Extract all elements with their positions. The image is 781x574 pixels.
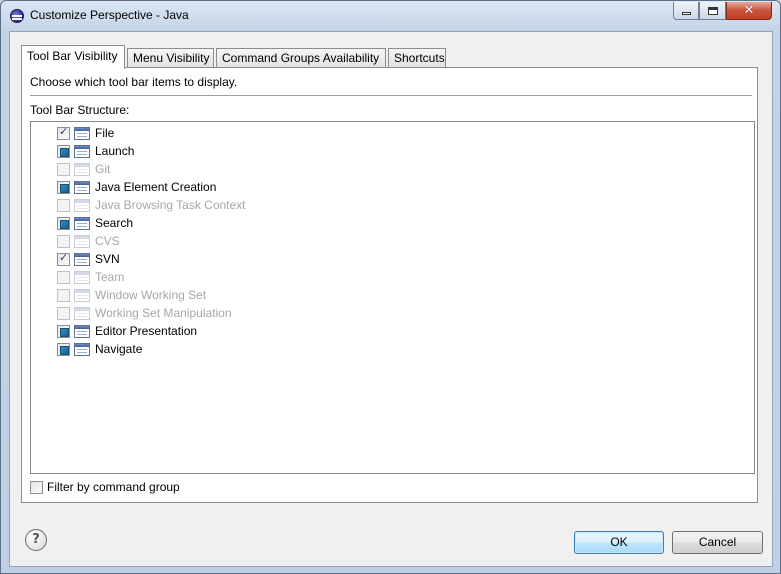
tree-item-label: Java Browsing Task Context xyxy=(95,198,246,212)
maximize-icon xyxy=(707,6,718,15)
tree-checkbox[interactable] xyxy=(57,324,70,338)
tree-item-launch[interactable]: Launch xyxy=(57,142,134,160)
tree-item-file[interactable]: File xyxy=(57,124,114,142)
filter-by-command-group[interactable]: Filter by command group xyxy=(30,480,180,494)
toolbar-icon xyxy=(74,180,90,194)
minimize-button[interactable] xyxy=(673,2,699,20)
tree-item-search[interactable]: Search xyxy=(57,214,133,232)
help-icon[interactable]: ? xyxy=(25,529,47,551)
window-title: Customize Perspective - Java xyxy=(30,8,189,22)
filter-label: Filter by command group xyxy=(47,480,180,494)
tree-item-label: CVS xyxy=(95,234,120,248)
minimize-icon xyxy=(681,12,691,15)
cancel-button[interactable]: Cancel xyxy=(672,531,763,554)
tree-item-java-browsing-task-context[interactable]: Java Browsing Task Context xyxy=(57,196,246,214)
panel-description: Choose which tool bar items to display. xyxy=(30,75,238,89)
toolbar-icon xyxy=(74,126,90,140)
tab-command-groups-availability[interactable]: Command Groups Availability xyxy=(216,48,386,68)
tree-item-label: Navigate xyxy=(95,342,143,356)
toolbar-icon xyxy=(74,198,90,212)
tab-tool-bar-visibility[interactable]: Tool Bar Visibility xyxy=(21,45,125,69)
tree-checkbox[interactable] xyxy=(57,306,70,320)
toolbar-structure-tree[interactable]: File Launch Git Java Element Creation xyxy=(30,121,755,474)
tree-checkbox[interactable] xyxy=(57,270,70,284)
tree-item-label: SVN xyxy=(95,252,120,266)
tree-item-label: Java Element Creation xyxy=(95,180,217,194)
toolbar-icon xyxy=(74,234,90,248)
tree-checkbox[interactable] xyxy=(57,342,70,356)
toolbar-icon xyxy=(74,216,90,230)
tree-item-label: Window Working Set xyxy=(95,288,207,302)
tree-item-working-set-manipulation[interactable]: Working Set Manipulation xyxy=(57,304,232,322)
tree-item-label: Git xyxy=(95,162,111,176)
toolbar-icon xyxy=(74,324,90,338)
tree-checkbox[interactable] xyxy=(57,288,70,302)
toolbar-icon xyxy=(74,270,90,284)
close-button[interactable]: ✕ xyxy=(726,2,772,20)
tree-item-editor-presentation[interactable]: Editor Presentation xyxy=(57,322,197,340)
toolbar-icon xyxy=(74,306,90,320)
dialog-window: Customize Perspective - Java ✕ Tool Bar … xyxy=(0,0,781,574)
tree-item-team[interactable]: Team xyxy=(57,268,124,286)
maximize-button[interactable] xyxy=(699,2,726,20)
tree-item-label: File xyxy=(95,126,115,140)
tree-item-label: Editor Presentation xyxy=(95,324,198,338)
tree-item-label: Search xyxy=(95,216,134,230)
tree-checkbox[interactable] xyxy=(57,125,70,140)
tree-item-java-element-creation[interactable]: Java Element Creation xyxy=(57,178,216,196)
tree-item-label: Launch xyxy=(95,144,135,158)
dialog-content: Tool Bar Visibility Menu Visibility Comm… xyxy=(9,31,773,567)
toolbar-icon xyxy=(74,162,90,176)
title-bar[interactable]: Customize Perspective - Java ✕ xyxy=(1,1,780,30)
tree-checkbox[interactable] xyxy=(57,234,70,248)
ok-button[interactable]: OK xyxy=(574,531,664,554)
tree-checkbox[interactable] xyxy=(57,251,70,266)
tree-checkbox[interactable] xyxy=(57,216,70,230)
close-icon: ✕ xyxy=(743,3,755,18)
tab-menu-visibility[interactable]: Menu Visibility xyxy=(127,48,214,68)
tree-checkbox[interactable] xyxy=(57,144,70,158)
tree-checkbox[interactable] xyxy=(57,180,70,194)
separator xyxy=(30,95,752,97)
tree-item-navigate[interactable]: Navigate xyxy=(57,340,142,358)
toolbar-icon xyxy=(74,288,90,302)
tree-item-svn[interactable]: SVN xyxy=(57,250,120,268)
tab-panel: Choose which tool bar items to display. … xyxy=(21,67,758,503)
toolbar-icon xyxy=(74,342,90,356)
structure-label: Tool Bar Structure: xyxy=(30,103,130,117)
tree-item-label: Team xyxy=(95,270,125,284)
toolbar-icon xyxy=(74,252,90,266)
tree-checkbox[interactable] xyxy=(57,198,70,212)
tab-shortcuts[interactable]: Shortcuts xyxy=(388,48,446,68)
toolbar-icon xyxy=(74,144,90,158)
tree-item-cvs[interactable]: CVS xyxy=(57,232,120,250)
eclipse-icon xyxy=(10,9,24,23)
tree-item-git[interactable]: Git xyxy=(57,160,110,178)
tree-item-label: Working Set Manipulation xyxy=(95,306,232,320)
tree-checkbox[interactable] xyxy=(57,162,70,176)
tree-item-window-working-set[interactable]: Window Working Set xyxy=(57,286,206,304)
filter-checkbox[interactable] xyxy=(30,480,43,494)
